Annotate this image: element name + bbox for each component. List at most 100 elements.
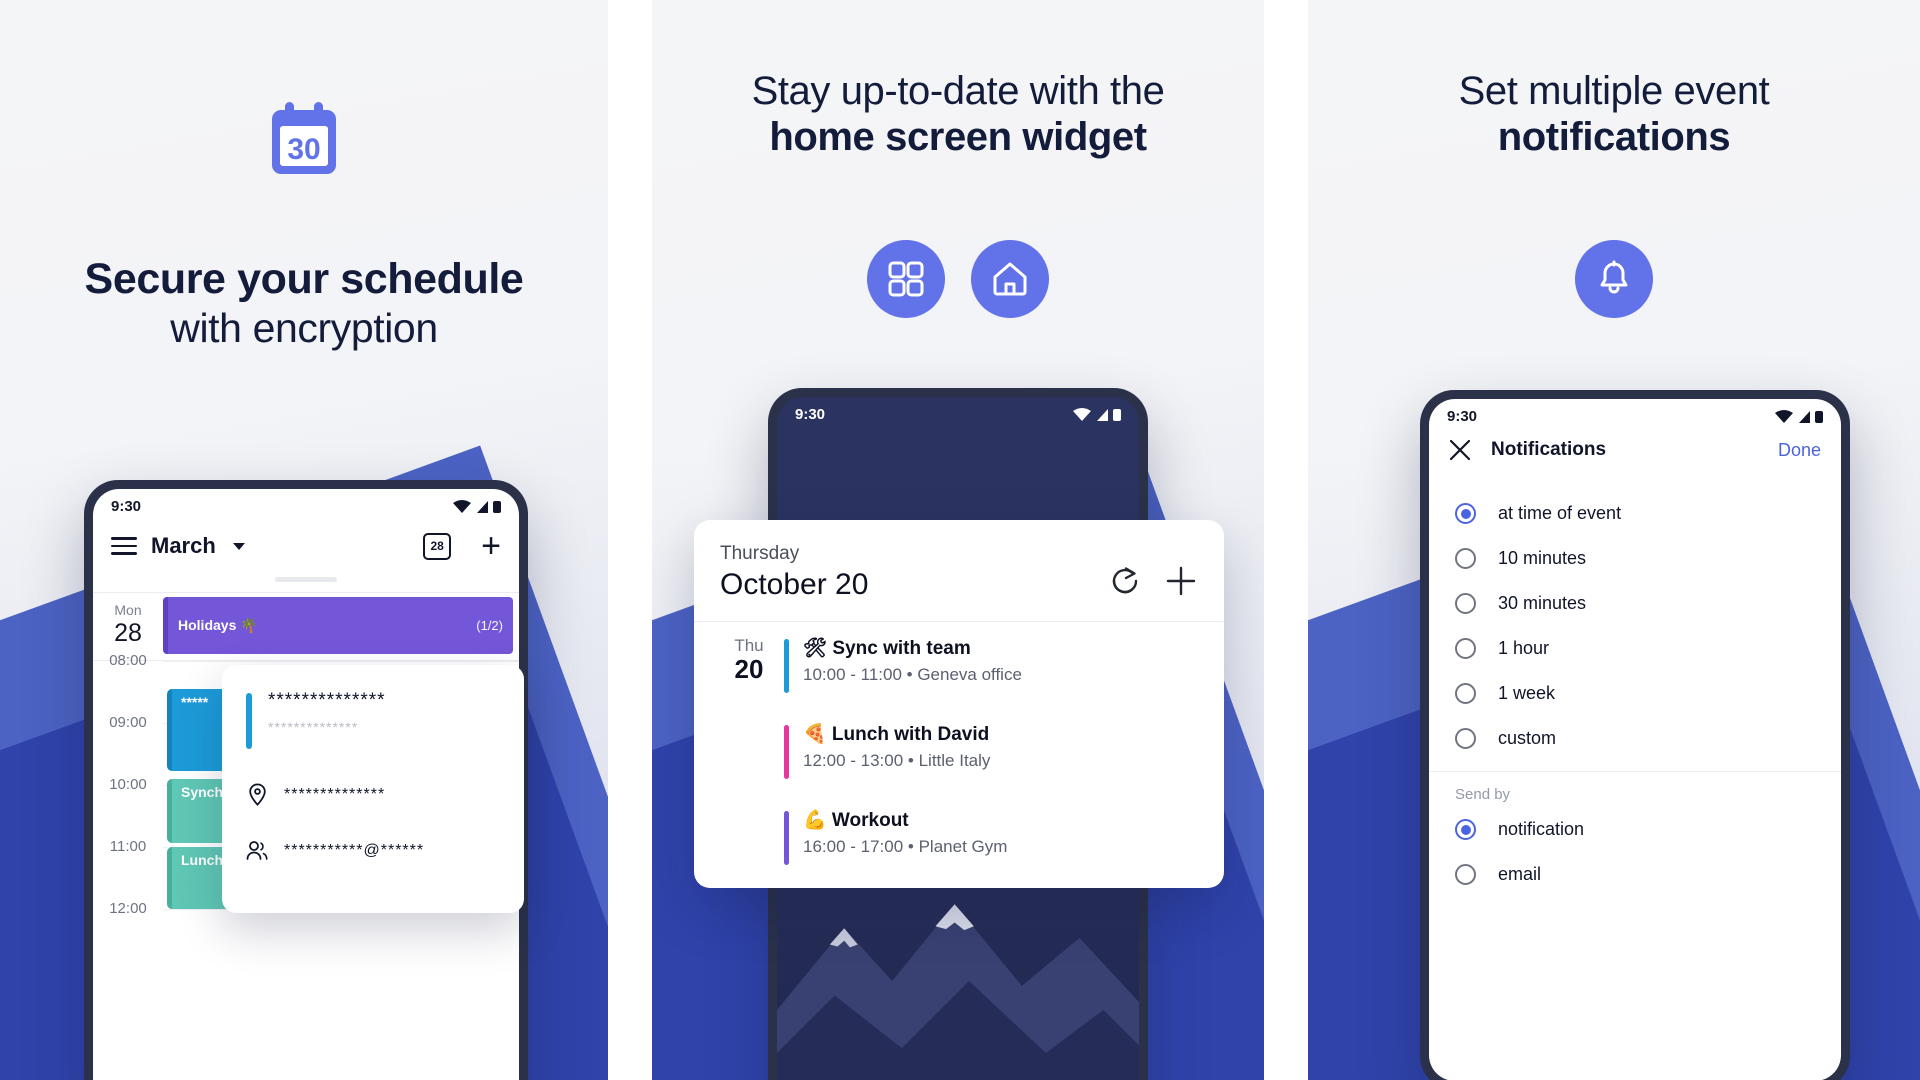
wifi-icon [453,500,471,513]
widget-event-info: 🍕 Lunch with David 12:00 - 13:00 • Littl… [803,722,1198,773]
notification-option[interactable]: 10 minutes [1429,536,1841,581]
status-icons [1774,409,1823,424]
bell-badge [1575,240,1653,318]
signal-icon [1097,408,1108,421]
radio-button[interactable] [1455,548,1476,569]
done-button[interactable]: Done [1778,440,1821,461]
hour-row: 12:00 [93,900,519,971]
add-event-button[interactable]: + [481,529,501,563]
option-label: at time of event [1498,503,1622,523]
option-label: 10 minutes [1498,548,1587,568]
caret-down-icon[interactable] [232,542,245,550]
panel-divider [608,0,652,1080]
widget-event-title: 🛠 Sync with team [803,637,971,659]
widget-event-date: Thu 20 [720,636,778,685]
detail-title-row: ************** ************** [246,690,500,749]
radio-button[interactable] [1455,638,1476,659]
status-bar: 9:30 [1429,399,1841,427]
battery-icon [1113,408,1121,421]
radio-button[interactable] [1455,819,1476,840]
list-gap [720,696,1198,722]
widget-event-info: 💪 Workout 16:00 - 17:00 • Planet Gym [803,808,1198,859]
hamburger-menu-icon[interactable] [111,537,137,555]
status-time: 9:30 [795,406,826,423]
event-color-stripe [784,724,789,779]
widget-event-item[interactable]: 💪 Workout 16:00 - 17:00 • Planet Gym [720,808,1198,868]
radio-button[interactable] [1455,864,1476,885]
widget-date: October 20 [720,567,869,601]
headline-light: Stay up-to-date with the [751,69,1165,113]
option-label: 1 hour [1498,638,1550,658]
refresh-icon[interactable] [1108,564,1142,598]
radio-button[interactable] [1455,728,1476,749]
calendar-badge-row: 30 [0,100,608,184]
panel1-headline: Secure your schedule with encryption [0,255,608,352]
home-screen-widget[interactable]: Thursday October 20 Thu 20 🛠 Sync with t… [694,520,1224,888]
headline-bold: notifications [1497,115,1731,160]
plus-icon[interactable] [1164,564,1198,598]
event-detail-card[interactable]: ************** ************** **********… [222,665,524,913]
panel-notifications: Set multiple event notifications 9:30 No… [1308,0,1920,1080]
widget-event-title: 💪 Workout [803,809,909,831]
widget-grid-badge [867,240,945,318]
panel-divider [1264,0,1308,1080]
detail-people-row: ***********@****** [246,840,500,861]
calendar-today-icon[interactable]: 28 [423,532,452,560]
headline-light: Set multiple event [1458,69,1770,113]
option-label: 1 week [1498,683,1556,703]
notifications-app-bar: Notifications Done [1429,427,1841,475]
option-label: notification [1498,819,1585,839]
send-by-option[interactable]: email [1429,852,1841,897]
headline-bold: Secure your schedule [84,255,524,303]
widget-event-subtitle: 16:00 - 17:00 • Planet Gym [803,837,1008,857]
send-by-option[interactable]: notification [1429,807,1841,852]
day-number: 28 [114,619,142,647]
notification-option[interactable]: at time of event [1429,481,1841,536]
widget-day-of-week: Thursday [720,543,800,564]
event-color-stripe [784,810,789,865]
notification-option[interactable]: 30 minutes [1429,581,1841,626]
calendar-day-number: 30 [287,133,320,166]
notification-option[interactable]: 1 hour [1429,626,1841,671]
detail-location: ************** [284,785,386,803]
hour-label: 11:00 [109,838,147,855]
widget-event-day: 20 [734,654,764,685]
widget-event-item[interactable]: Thu 20 🛠 Sync with team 10:00 - 11:00 • … [720,636,1198,696]
headline-bold: home screen widget [769,115,1147,160]
detail-title: ************** [268,690,386,711]
widget-event-info: 🛠 Sync with team 10:00 - 11:00 • Geneva … [803,636,1198,687]
calendar-30-icon: 30 [272,102,336,174]
widget-header: Thursday October 20 [694,520,1224,621]
calendar-app-bar: March 28 + [93,517,519,573]
all-day-event-title: Holidays 🌴 [178,617,258,633]
phone-mockup-notifications: 9:30 Notifications Done at time of event… [1420,390,1850,1080]
wifi-icon [1775,410,1793,423]
detail-subtitle: ************** [268,718,359,735]
month-label[interactable]: March [151,533,216,559]
home-badge [971,240,1049,318]
status-icons [452,499,501,514]
detail-location-row: ************** [246,783,500,806]
widget-event-subtitle: 10:00 - 11:00 • Geneva office [803,665,1022,685]
location-pin-icon [246,783,268,806]
status-time: 9:30 [111,498,142,515]
all-day-row: Mon 28 Holidays 🌴 (1/2) [93,593,519,661]
widget-event-list: Thu 20 🛠 Sync with team 10:00 - 11:00 • … [694,622,1224,888]
event-title: ***** [181,694,209,710]
battery-icon [1815,410,1823,423]
close-icon[interactable] [1449,439,1471,461]
status-time: 9:30 [1447,408,1478,425]
status-bar: 9:30 [777,397,1139,425]
signal-icon [477,500,488,513]
widget-event-item[interactable]: 🍕 Lunch with David 12:00 - 13:00 • Littl… [720,722,1198,782]
panel2-headline: Stay up-to-date with the home screen wid… [652,68,1264,161]
all-day-event[interactable]: Holidays 🌴 (1/2) [163,597,513,654]
notification-option[interactable]: custom [1429,716,1841,761]
radio-button[interactable] [1455,683,1476,704]
widget-grid-icon [888,261,924,297]
radio-button[interactable] [1455,593,1476,614]
notification-option[interactable]: 1 week [1429,671,1841,716]
hour-label: 08:00 [109,652,147,669]
headline-light: with encryption [170,304,438,351]
radio-button[interactable] [1455,503,1476,524]
